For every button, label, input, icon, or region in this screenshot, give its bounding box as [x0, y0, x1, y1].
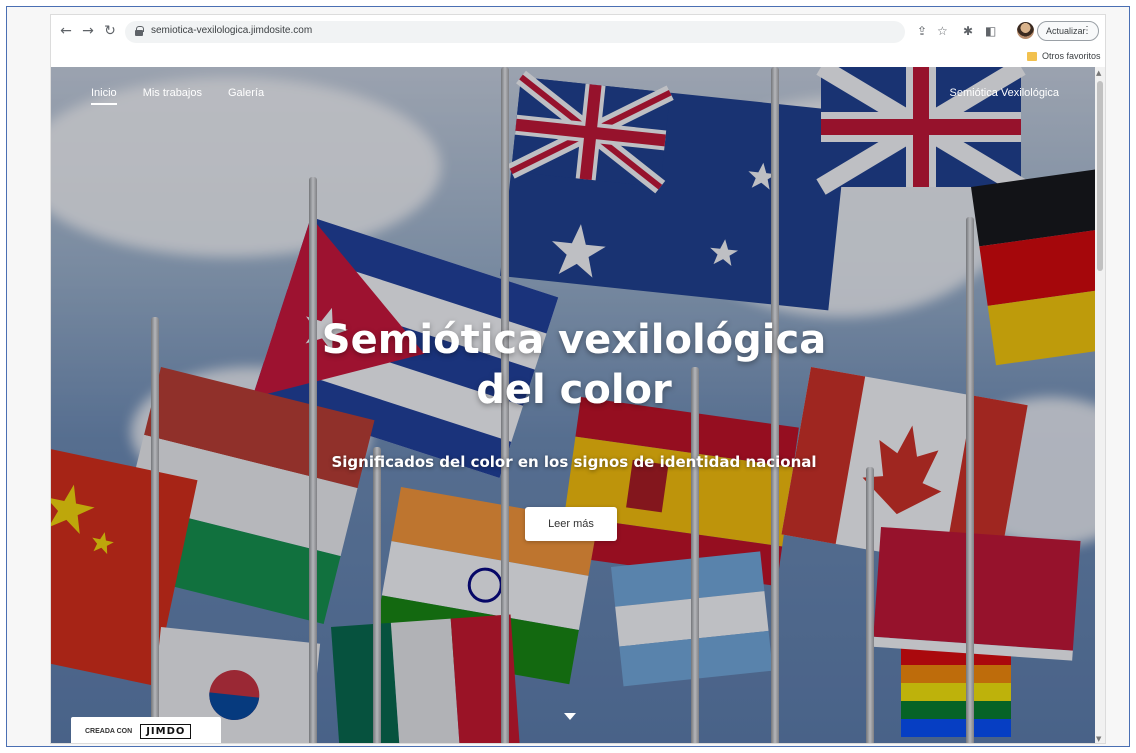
- profile-avatar[interactable]: [1017, 22, 1034, 39]
- url-text[interactable]: semiotica-vexilologica.jimdosite.com: [151, 25, 312, 36]
- nav-link-galeria[interactable]: Galería: [228, 87, 264, 105]
- folder-icon: [1027, 52, 1037, 61]
- update-button-label: Actualizar: [1046, 26, 1086, 36]
- reload-icon[interactable]: ↻: [101, 22, 119, 40]
- lock-icon[interactable]: [135, 26, 144, 36]
- hero-title: Semiótica vexilológica del color: [321, 317, 827, 413]
- page-viewport: Inicio Mis trabajos Galería Semiótica Ve…: [51, 67, 1097, 743]
- address-bar[interactable]: semiotica-vexilologica.jimdosite.com: [125, 21, 905, 43]
- browser-toolbar: ← → ↻ semiotica-vexilologica.jimdosite.c…: [51, 15, 1105, 49]
- update-button[interactable]: Actualizar ⋮: [1037, 21, 1099, 41]
- scrollbar[interactable]: ▲ ▼: [1095, 67, 1105, 743]
- sidepanel-icon[interactable]: ◧: [985, 23, 996, 39]
- scroll-down-icon[interactable]: [564, 713, 576, 720]
- site-navigation: Inicio Mis trabajos Galería: [91, 87, 264, 105]
- forward-icon[interactable]: →: [79, 22, 97, 40]
- kebab-menu-icon[interactable]: ⋮: [1082, 22, 1092, 40]
- site-brand[interactable]: Semiótica Vexilológica: [950, 87, 1059, 99]
- jimdo-logo: JIMDO: [140, 723, 192, 739]
- share-icon[interactable]: ⇪: [917, 23, 927, 39]
- hero-subtitle: Significados del color en los signos de …: [331, 453, 817, 471]
- extensions-icon[interactable]: ✱: [963, 23, 973, 39]
- bookmarks-bar: Otros favoritos: [51, 49, 1105, 67]
- made-with-label: CREADA CON: [85, 727, 133, 735]
- star-icon[interactable]: ☆: [937, 23, 948, 39]
- read-more-button[interactable]: Leer más: [525, 507, 617, 541]
- nav-link-inicio[interactable]: Inicio: [91, 87, 117, 105]
- browser-window: ← → ↻ semiotica-vexilologica.jimdosite.c…: [50, 14, 1106, 744]
- jimdo-badge[interactable]: CREADA CON JIMDO: [71, 717, 221, 743]
- scroll-up-arrow-icon[interactable]: ▲: [1096, 69, 1101, 77]
- nav-link-mis-trabajos[interactable]: Mis trabajos: [143, 87, 202, 105]
- back-icon[interactable]: ←: [57, 22, 75, 40]
- scrollbar-thumb[interactable]: [1097, 81, 1103, 271]
- scroll-down-arrow-icon[interactable]: ▼: [1096, 735, 1101, 743]
- bookmarks-folder-label[interactable]: Otros favoritos: [1042, 51, 1101, 61]
